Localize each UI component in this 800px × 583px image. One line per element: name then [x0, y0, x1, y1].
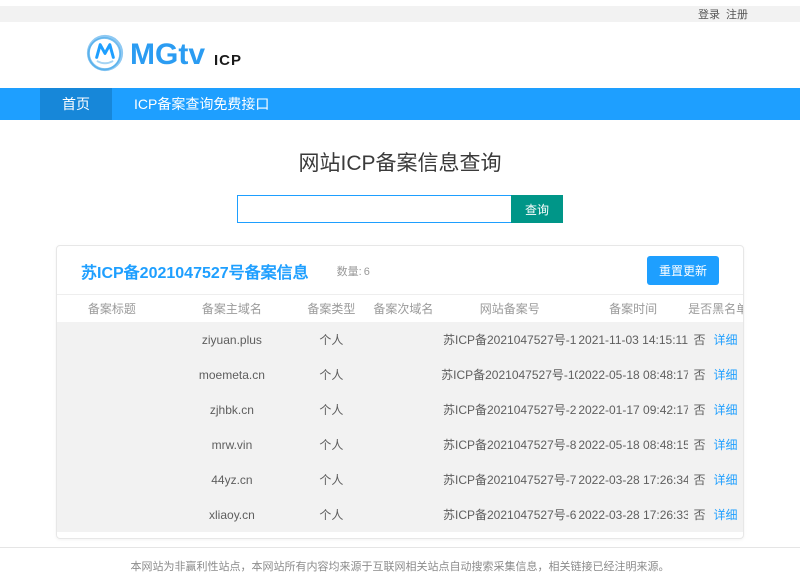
cell-type: 个人	[297, 392, 366, 427]
blacklist-value: 否	[694, 333, 706, 347]
page-footer: 本网站为非赢利性站点，本网站所有内容均来源于互联网相关站点自动搜索采集信息，相关…	[0, 547, 800, 583]
reset-refresh-button[interactable]: 重置更新	[647, 256, 719, 285]
detail-link[interactable]: 详细	[714, 333, 738, 347]
search-input[interactable]	[237, 195, 511, 223]
cell-time: 2022-05-18 08:48:17	[578, 357, 688, 392]
topbar: 登录 注册	[0, 6, 800, 22]
cell-time: 2021-11-03 14:15:11	[578, 322, 688, 357]
cell-title	[57, 392, 167, 427]
cell-type: 个人	[297, 497, 366, 532]
table-row: xliaoy.cn 个人 苏ICP备2021047527号-6 2022-03-…	[57, 497, 743, 532]
cell-blacklist: 否详细	[688, 357, 743, 392]
blacklist-value: 否	[694, 368, 706, 382]
page-title: 网站ICP备案信息查询	[0, 147, 800, 177]
detail-link[interactable]: 详细	[714, 403, 738, 417]
blacklist-value: 否	[694, 508, 706, 522]
mgtv-circle-logo-icon	[84, 32, 126, 79]
table-row: moemeta.cn 个人 苏ICP备2021047527号-10 2022-0…	[57, 357, 743, 392]
cell-domain: mrw.vin	[167, 427, 297, 462]
main-nav: 首页 ICP备案查询免费接口	[0, 88, 800, 120]
blacklist-value: 否	[694, 403, 706, 417]
cell-icp-number: 苏ICP备2021047527号-6	[441, 497, 578, 532]
nav-item-home[interactable]: 首页	[40, 88, 112, 120]
query-button[interactable]: 查询	[511, 195, 563, 223]
detail-link[interactable]: 详细	[714, 473, 738, 487]
cell-type: 个人	[297, 427, 366, 462]
cell-subdomain	[366, 392, 441, 427]
search-bar: 查询	[0, 195, 800, 223]
cell-title	[57, 462, 167, 497]
cell-type: 个人	[297, 322, 366, 357]
blacklist-value: 否	[694, 473, 706, 487]
cell-icp-number: 苏ICP备2021047527号-2	[441, 392, 578, 427]
col-header-time: 备案时间	[578, 295, 688, 322]
site-header: MGtv ICP	[0, 22, 800, 88]
cell-domain: xliaoy.cn	[167, 497, 297, 532]
cell-title	[57, 427, 167, 462]
cell-type: 个人	[297, 462, 366, 497]
cell-title	[57, 497, 167, 532]
col-header-blacklist: 是否黑名单	[688, 295, 743, 322]
cell-blacklist: 否详细	[688, 462, 743, 497]
table-row: zjhbk.cn 个人 苏ICP备2021047527号-2 2022-01-1…	[57, 392, 743, 427]
table-row: 44yz.cn 个人 苏ICP备2021047527号-7 2022-03-28…	[57, 462, 743, 497]
table-header: 备案标题 备案主域名 备案类型 备案次域名 网站备案号 备案时间 是否黑名单	[57, 295, 743, 322]
col-header-subdomain: 备案次域名	[366, 295, 441, 322]
result-panel-header: 苏ICP备2021047527号备案信息 数量:6 重置更新	[57, 246, 743, 295]
col-header-type: 备案类型	[297, 295, 366, 322]
blacklist-value: 否	[694, 438, 706, 452]
cell-time: 2022-03-28 17:26:33	[578, 497, 688, 532]
cell-icp-number: 苏ICP备2021047527号-8	[441, 427, 578, 462]
logo-brand-text: MGtv	[130, 38, 205, 72]
cell-icp-number: 苏ICP备2021047527号-1	[441, 322, 578, 357]
cell-domain: 44yz.cn	[167, 462, 297, 497]
col-header-icp-number: 网站备案号	[441, 295, 578, 322]
cell-type: 个人	[297, 357, 366, 392]
table-body: ziyuan.plus 个人 苏ICP备2021047527号-1 2021-1…	[57, 322, 743, 532]
login-link[interactable]: 登录	[698, 6, 720, 22]
result-panel: 苏ICP备2021047527号备案信息 数量:6 重置更新 备案标题 备案主域…	[56, 245, 744, 539]
result-count: 数量:6	[337, 263, 370, 279]
cell-icp-number: 苏ICP备2021047527号-10	[441, 357, 578, 392]
cell-domain: zjhbk.cn	[167, 392, 297, 427]
cell-title	[57, 322, 167, 357]
cell-blacklist: 否详细	[688, 427, 743, 462]
result-count-value: 6	[364, 266, 370, 278]
cell-title	[57, 357, 167, 392]
table-row: mrw.vin 个人 苏ICP备2021047527号-8 2022-05-18…	[57, 427, 743, 462]
cell-subdomain	[366, 322, 441, 357]
nav-item-icp-api[interactable]: ICP备案查询免费接口	[112, 88, 291, 120]
table-row: ziyuan.plus 个人 苏ICP备2021047527号-1 2021-1…	[57, 322, 743, 357]
cell-blacklist: 否详细	[688, 392, 743, 427]
detail-link[interactable]: 详细	[714, 438, 738, 452]
cell-icp-number: 苏ICP备2021047527号-7	[441, 462, 578, 497]
cell-subdomain	[366, 462, 441, 497]
cell-blacklist: 否详细	[688, 497, 743, 532]
icp-records-table: 备案标题 备案主域名 备案类型 备案次域名 网站备案号 备案时间 是否黑名单 z…	[57, 295, 743, 532]
footer-text: 本网站为非赢利性站点，本网站所有内容均来源于互联网相关站点自动搜索采集信息，相关…	[131, 558, 670, 574]
result-count-label: 数量:	[337, 266, 362, 278]
col-header-domain: 备案主域名	[167, 295, 297, 322]
result-title: 苏ICP备2021047527号备案信息	[81, 259, 309, 283]
logo-suffix-text: ICP	[214, 52, 242, 69]
detail-link[interactable]: 详细	[714, 368, 738, 382]
cell-time: 2022-05-18 08:48:15	[578, 427, 688, 462]
cell-domain: ziyuan.plus	[167, 322, 297, 357]
cell-subdomain	[366, 497, 441, 532]
cell-subdomain	[366, 427, 441, 462]
register-link[interactable]: 注册	[726, 6, 748, 22]
cell-time: 2022-03-28 17:26:34	[578, 462, 688, 497]
detail-link[interactable]: 详细	[714, 508, 738, 522]
site-logo[interactable]: MGtv ICP	[84, 32, 242, 79]
cell-subdomain	[366, 357, 441, 392]
col-header-title: 备案标题	[57, 295, 167, 322]
cell-domain: moemeta.cn	[167, 357, 297, 392]
cell-blacklist: 否详细	[688, 322, 743, 357]
cell-time: 2022-01-17 09:42:17	[578, 392, 688, 427]
